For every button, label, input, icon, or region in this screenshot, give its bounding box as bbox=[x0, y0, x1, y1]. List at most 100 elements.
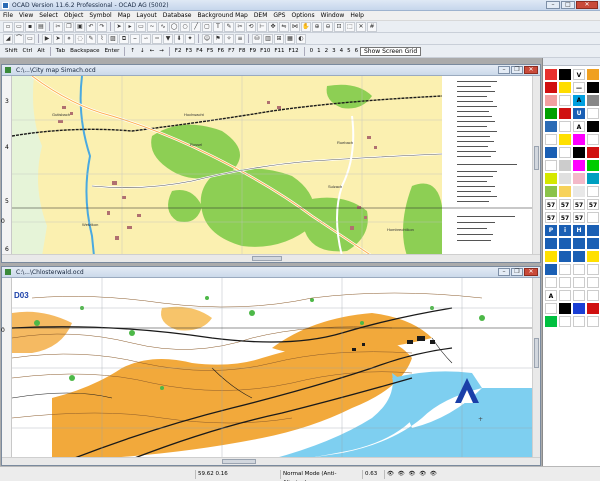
symbol-item[interactable]: 57 bbox=[559, 199, 571, 210]
hatch-icon[interactable]: ▥ bbox=[263, 33, 273, 44]
map-canvas-city[interactable]: Rossel Hochwacht Sulzach Ruebach Gutisba… bbox=[11, 74, 533, 258]
menu-map[interactable]: Map bbox=[115, 11, 134, 21]
symbol-item[interactable]: 57 bbox=[559, 212, 571, 223]
symbol-item[interactable] bbox=[587, 121, 599, 132]
symbol-item[interactable] bbox=[545, 277, 557, 288]
symbol-item[interactable] bbox=[587, 108, 599, 119]
cut-hole-icon[interactable]: ◌ bbox=[75, 33, 85, 44]
doc-close-button[interactable]: ✕ bbox=[524, 268, 538, 276]
symbol-item[interactable] bbox=[559, 186, 571, 197]
doc-minimize-button[interactable]: – bbox=[498, 268, 510, 276]
symbol-item[interactable] bbox=[559, 290, 571, 301]
symbol-item[interactable]: i bbox=[559, 225, 571, 236]
symbol-item[interactable] bbox=[559, 82, 571, 93]
freehand-icon[interactable]: ~ bbox=[147, 21, 157, 32]
symbol-item[interactable] bbox=[559, 108, 571, 119]
edit-object-icon[interactable]: ✎ bbox=[86, 33, 96, 44]
symbol-item[interactable] bbox=[545, 69, 557, 80]
curve-icon[interactable]: ∿ bbox=[158, 21, 168, 32]
symbol-item[interactable] bbox=[573, 134, 585, 145]
key-3[interactable]: 3 bbox=[330, 48, 338, 54]
symbol-item[interactable]: H bbox=[573, 225, 585, 236]
menu-select[interactable]: Select bbox=[36, 11, 61, 21]
menu-layout[interactable]: Layout bbox=[133, 11, 159, 21]
symbol-item[interactable] bbox=[545, 303, 557, 314]
symbol-item[interactable] bbox=[587, 277, 599, 288]
symbol-item[interactable] bbox=[545, 186, 557, 197]
menu-help[interactable]: Help bbox=[347, 11, 367, 21]
key-f4[interactable]: F4 bbox=[194, 48, 205, 54]
symbol-item[interactable] bbox=[587, 147, 599, 158]
compass-icon[interactable]: ✧ bbox=[224, 33, 234, 44]
symbol-item[interactable] bbox=[573, 303, 585, 314]
entire-map-icon[interactable]: ⬚ bbox=[345, 21, 355, 32]
cut-icon[interactable]: ✂ bbox=[53, 21, 63, 32]
close-button[interactable]: ✕ bbox=[576, 1, 598, 9]
symbol-item[interactable] bbox=[559, 316, 571, 327]
rectangle-select-icon[interactable]: ▭ bbox=[136, 21, 146, 32]
map-canvas-chlosterwald[interactable]: D03 + bbox=[11, 278, 533, 460]
menu-object[interactable]: Object bbox=[61, 11, 87, 21]
rectangle-mode-icon[interactable]: ▢ bbox=[202, 21, 212, 32]
symbol-item[interactable]: A bbox=[573, 95, 585, 106]
new-file-icon[interactable]: ▫ bbox=[3, 21, 13, 32]
symbol-item[interactable]: A bbox=[545, 290, 557, 301]
minimize-button[interactable]: – bbox=[546, 1, 560, 9]
select-object-icon[interactable]: ➤ bbox=[114, 21, 124, 32]
symbol-item[interactable] bbox=[559, 95, 571, 106]
symbol-item[interactable] bbox=[587, 212, 599, 223]
symbol-item[interactable] bbox=[545, 147, 557, 158]
document-window-chlosterwald[interactable]: C:\...\Chlosterwald.ocd – ❐ ✕ 0 D03 + bbox=[1, 266, 541, 466]
key-shift[interactable]: Shift bbox=[3, 48, 20, 54]
symbol-item[interactable] bbox=[545, 108, 557, 119]
symbol-item[interactable] bbox=[545, 264, 557, 275]
menu-database[interactable]: Database bbox=[160, 11, 195, 21]
symbol-item[interactable]: — bbox=[573, 82, 585, 93]
symbol-item[interactable] bbox=[587, 69, 599, 80]
key-f6[interactable]: F6 bbox=[215, 48, 226, 54]
rotate-icon[interactable]: ⟲ bbox=[246, 21, 256, 32]
key-4[interactable]: 4 bbox=[338, 48, 346, 54]
key-f8[interactable]: F8 bbox=[237, 48, 248, 54]
symbol-item[interactable] bbox=[587, 238, 599, 249]
symbol-item[interactable] bbox=[587, 134, 599, 145]
scroll-thumb[interactable] bbox=[222, 459, 256, 464]
symbol-item[interactable] bbox=[545, 238, 557, 249]
symbol-item[interactable] bbox=[587, 264, 599, 275]
vertex-icon[interactable]: ⋄ bbox=[64, 33, 74, 44]
maximize-button[interactable]: □ bbox=[561, 1, 575, 9]
symbol-item[interactable] bbox=[559, 134, 571, 145]
draw-mode-icon[interactable]: ◢ bbox=[3, 33, 13, 44]
scroll-thumb[interactable] bbox=[534, 338, 539, 368]
draw-curve-icon[interactable]: ⌒ bbox=[14, 33, 24, 44]
edit-point-icon[interactable]: ✎ bbox=[224, 21, 234, 32]
key-f11[interactable]: F11 bbox=[272, 48, 286, 54]
marker-icon[interactable]: ▼ bbox=[163, 33, 173, 44]
measure-icon[interactable]: ⊢ bbox=[257, 21, 267, 32]
symbol-item[interactable] bbox=[559, 160, 571, 171]
symbol-item[interactable] bbox=[587, 95, 599, 106]
person-icon[interactable]: ☺ bbox=[202, 33, 212, 44]
key-f9[interactable]: F9 bbox=[247, 48, 258, 54]
gps-icon[interactable]: ✦ bbox=[185, 33, 195, 44]
hand-icon[interactable]: ✋ bbox=[301, 21, 311, 32]
print-icon[interactable]: ▤ bbox=[36, 21, 46, 32]
copy-icon[interactable]: ❐ bbox=[64, 21, 74, 32]
pin-icon[interactable]: ⬇ bbox=[174, 33, 184, 44]
menu-dem[interactable]: DEM bbox=[251, 11, 271, 21]
key-2[interactable]: 2 bbox=[323, 48, 331, 54]
symbol-item[interactable]: 57 bbox=[587, 199, 599, 210]
menu-view[interactable]: View bbox=[16, 11, 36, 21]
symbol-item[interactable] bbox=[587, 225, 599, 236]
zoom-out-icon[interactable]: ⊖ bbox=[323, 21, 333, 32]
key-0[interactable]: 0 bbox=[308, 48, 316, 54]
symbol-item[interactable] bbox=[587, 303, 599, 314]
ellipse-icon[interactable]: ◯ bbox=[169, 21, 179, 32]
key-alt[interactable]: Alt bbox=[35, 48, 46, 54]
zoom-in-icon[interactable]: ⊕ bbox=[312, 21, 322, 32]
save-icon[interactable]: ▪ bbox=[25, 21, 35, 32]
open-file-icon[interactable]: ▭ bbox=[14, 21, 24, 32]
key-ctrl[interactable]: Ctrl bbox=[21, 48, 35, 54]
flag-icon[interactable]: ⚑ bbox=[213, 33, 223, 44]
document-titlebar[interactable]: C:\...\City map Simach.ocd – ❐ ✕ bbox=[2, 65, 540, 76]
